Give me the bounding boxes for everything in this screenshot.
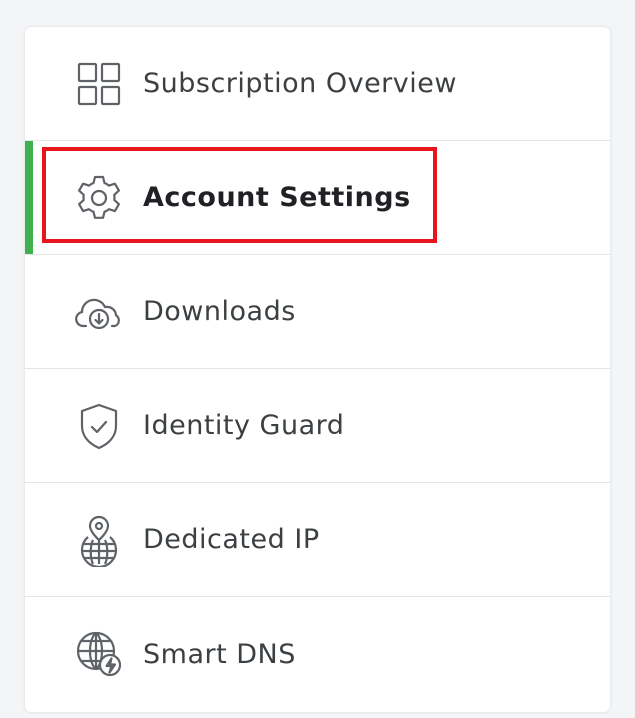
sidebar-item-smart-dns[interactable]: Smart DNS xyxy=(25,597,610,711)
active-indicator xyxy=(25,141,33,254)
sidebar-item-downloads[interactable]: Downloads xyxy=(25,255,610,369)
cloud-download-icon xyxy=(74,287,124,337)
sidebar-item-label: Dedicated IP xyxy=(143,524,320,555)
sidebar-item-subscription-overview[interactable]: Subscription Overview xyxy=(25,27,610,141)
grid-icon xyxy=(74,59,124,109)
sidebar-item-label: Smart DNS xyxy=(143,638,296,670)
sidebar-item-label: Account Settings xyxy=(143,182,411,213)
sidebar-menu: Subscription Overview Account Settings D… xyxy=(25,27,610,712)
sidebar-item-label: Identity Guard xyxy=(143,410,345,441)
globe-bolt-icon xyxy=(74,629,124,679)
shield-check-icon xyxy=(74,401,124,451)
sidebar-item-identity-guard[interactable]: Identity Guard xyxy=(25,369,610,483)
globe-pin-icon xyxy=(74,515,124,567)
sidebar-item-label: Downloads xyxy=(143,296,296,327)
gear-icon xyxy=(74,173,124,223)
sidebar-item-dedicated-ip[interactable]: Dedicated IP xyxy=(25,483,610,597)
sidebar-item-label: Subscription Overview xyxy=(143,68,457,99)
sidebar-item-account-settings[interactable]: Account Settings xyxy=(25,141,610,255)
